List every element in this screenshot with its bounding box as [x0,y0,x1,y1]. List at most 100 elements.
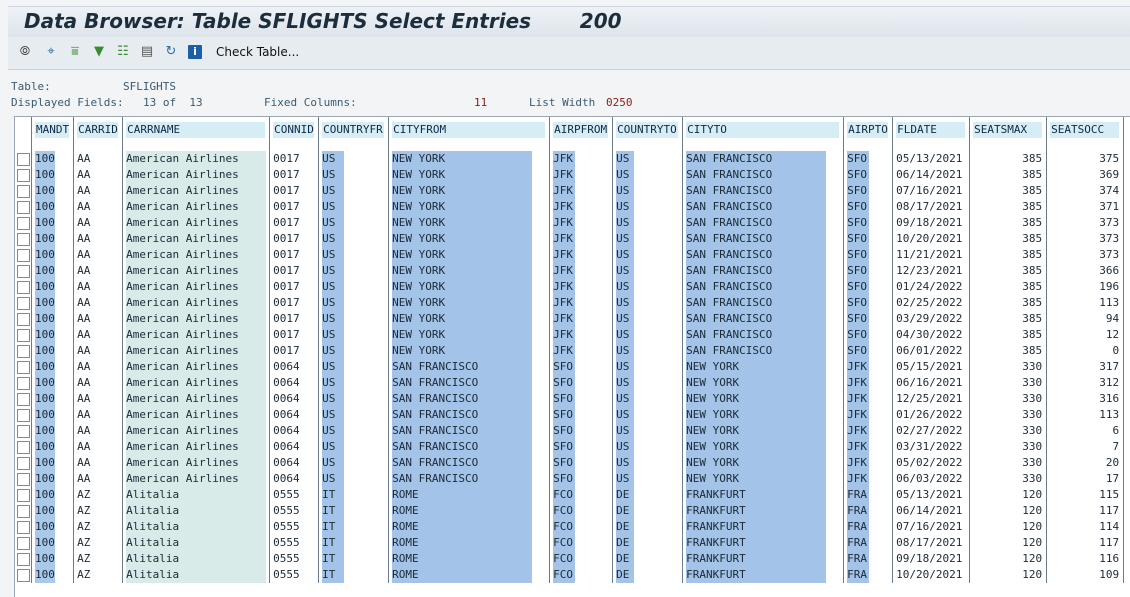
table-row[interactable]: 100 AA American Airlines 0064 US SAN FRANCISC… [15,471,1125,487]
cell-airpto[interactable]: FRA [843,487,894,503]
cell-airpto[interactable]: SFO [843,199,894,215]
row-checkbox[interactable] [17,233,30,246]
cell-mandt[interactable]: 100 [31,295,75,311]
table-row[interactable]: 100 AA American Airlines 0017 US NEW YORK JFK U… [15,279,1125,295]
cell-airpfrom[interactable]: FCO [549,567,614,583]
cell-mandt[interactable]: 100 [31,183,75,199]
cell-countryfr[interactable]: IT [318,567,390,583]
cell-connid[interactable]: 0064 [269,455,320,471]
cell-countryfr[interactable]: US [318,151,390,167]
row-selector[interactable] [15,183,32,199]
cell-countryto[interactable]: US [612,231,684,247]
cell-airpto[interactable]: SFO [843,311,894,327]
cell-connid[interactable]: 0555 [269,519,320,535]
select-columns-icon[interactable]: ▤ [140,45,154,59]
table-row[interactable]: 100 AA American Airlines 0017 US NEW YORK JFK U… [15,295,1125,311]
cell-seatsocc[interactable]: 0 [1046,343,1125,359]
cell-fldate[interactable]: 12/23/2021 [892,263,971,279]
cell-carrname[interactable]: American Airlines [122,311,271,327]
cell-connid[interactable]: 0555 [269,535,320,551]
cell-countryfr[interactable]: US [318,215,390,231]
column-header-seatsmax[interactable]: SEATSMAX [969,117,1048,143]
cell-cityto[interactable]: FRANKFURT [682,535,845,551]
cell-seatsmax[interactable]: 330 [969,407,1048,423]
cell-carrname[interactable]: American Airlines [122,263,271,279]
cell-mandt[interactable]: 100 [31,199,75,215]
cell-seatsocc[interactable]: 7 [1046,439,1125,455]
cell-carrid[interactable]: AZ [73,551,124,567]
cell-airpfrom[interactable]: JFK [549,231,614,247]
cell-mandt[interactable]: 100 [31,487,75,503]
cell-airpto[interactable]: SFO [843,327,894,343]
table-row[interactable]: 100 AA American Airlines 0017 US NEW YORK JFK U… [15,311,1125,327]
cell-fldate[interactable]: 06/14/2021 [892,503,971,519]
cell-carrname[interactable]: Alitalia [122,487,271,503]
cell-countryfr[interactable]: US [318,247,390,263]
cell-airpfrom[interactable]: JFK [549,295,614,311]
cell-connid[interactable]: 0017 [269,279,320,295]
row-checkbox[interactable] [17,313,30,326]
cell-cityto[interactable]: NEW YORK [682,455,845,471]
cell-countryto[interactable]: US [612,423,684,439]
cell-countryfr[interactable]: US [318,279,390,295]
cell-fldate[interactable]: 04/30/2022 [892,327,971,343]
cell-cityto[interactable]: SAN FRANCISCO [682,279,845,295]
row-selector[interactable] [15,375,32,391]
cell-airpto[interactable]: SFO [843,343,894,359]
row-selector[interactable] [15,327,32,343]
row-checkbox[interactable] [17,297,30,310]
table-row[interactable]: 100 AA American Airlines 0064 US SAN FRANCISC… [15,391,1125,407]
cell-connid[interactable]: 0017 [269,311,320,327]
glasses-icon[interactable]: ⦾ [18,45,32,59]
cell-seatsocc[interactable]: 17 [1046,471,1125,487]
cell-airpto[interactable]: SFO [843,183,894,199]
cell-cityfrom[interactable]: SAN FRANCISCO [388,375,551,391]
cell-carrid[interactable]: AA [73,471,124,487]
cell-seatsmax[interactable]: 385 [969,263,1048,279]
cell-airpfrom[interactable]: SFO [549,359,614,375]
row-checkbox[interactable] [17,377,30,390]
cell-seatsmax[interactable]: 330 [969,359,1048,375]
cell-carrid[interactable]: AA [73,215,124,231]
cell-seatsocc[interactable]: 12 [1046,327,1125,343]
row-checkbox[interactable] [17,217,30,230]
cell-connid[interactable]: 0064 [269,359,320,375]
cell-seatsocc[interactable]: 117 [1046,503,1125,519]
cell-seatsmax[interactable]: 385 [969,215,1048,231]
row-selector[interactable] [15,551,32,567]
cell-countryto[interactable]: US [612,343,684,359]
cell-connid[interactable]: 0064 [269,471,320,487]
cell-fldate[interactable]: 05/13/2021 [892,151,971,167]
cell-mandt[interactable]: 100 [31,439,75,455]
cell-airpto[interactable]: JFK [843,423,894,439]
table-row[interactable]: 100 AA American Airlines 0017 US NEW YORK JFK U… [15,263,1125,279]
table-row[interactable]: 100 AA American Airlines 0064 US SAN FRANCISC… [15,375,1125,391]
row-selector[interactable] [15,471,32,487]
cell-airpto[interactable]: JFK [843,471,894,487]
cell-seatsmax[interactable]: 385 [969,231,1048,247]
cell-cityfrom[interactable]: ROME [388,551,551,567]
cell-seatsmax[interactable]: 330 [969,471,1048,487]
column-header-cityto[interactable]: CITYTO [682,117,845,143]
cell-airpfrom[interactable]: JFK [549,263,614,279]
cell-countryfr[interactable]: US [318,359,390,375]
row-checkbox[interactable] [17,425,30,438]
row-checkbox[interactable] [17,153,30,166]
cell-cityto[interactable]: SAN FRANCISCO [682,167,845,183]
row-checkbox[interactable] [17,553,30,566]
cell-carrname[interactable]: American Airlines [122,183,271,199]
cell-seatsocc[interactable]: 369 [1046,167,1125,183]
table-row[interactable]: 100 AA American Airlines 0017 US NEW YORK JFK U… [15,327,1125,343]
column-header-countryto[interactable]: COUNTRYTO [612,117,684,143]
cell-countryto[interactable]: US [612,311,684,327]
row-selector[interactable] [15,535,32,551]
cell-mandt[interactable]: 100 [31,535,75,551]
cell-seatsmax[interactable]: 385 [969,295,1048,311]
row-checkbox[interactable] [17,441,30,454]
cell-airpfrom[interactable]: JFK [549,215,614,231]
table-row[interactable]: 100 AA American Airlines 0017 US NEW YORK JFK U… [15,167,1125,183]
cell-airpto[interactable]: FRA [843,503,894,519]
cell-countryfr[interactable]: US [318,231,390,247]
table-row[interactable]: 100 AA American Airlines 0017 US NEW YORK JFK U… [15,343,1125,359]
cell-carrname[interactable]: Alitalia [122,503,271,519]
